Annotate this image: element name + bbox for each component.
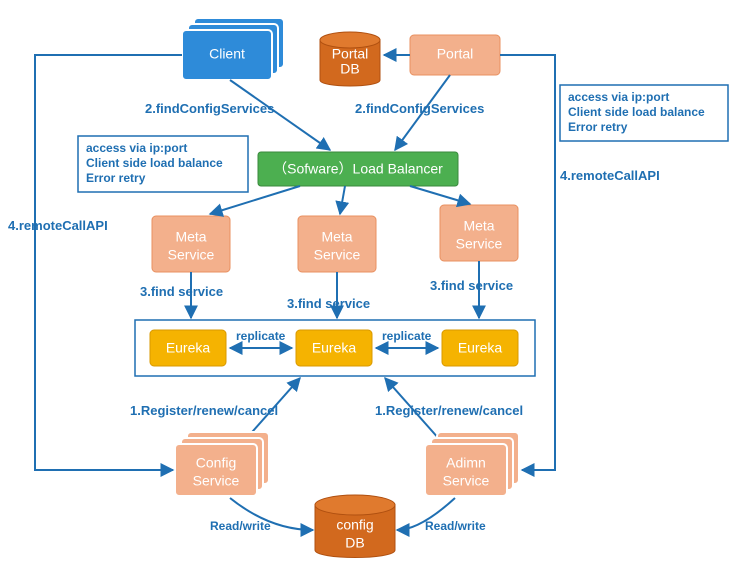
config-l1: Config: [196, 455, 236, 471]
config-l2: Service: [193, 473, 240, 489]
arrow-lb-meta1: [210, 186, 300, 214]
meta1-l1: Meta: [175, 229, 206, 245]
arrow-lb-meta2: [340, 186, 345, 214]
edge-rw-right: Read/write: [425, 519, 486, 533]
admin-l1: Adimn: [446, 455, 486, 471]
edge-find1: 3.find service: [140, 284, 223, 299]
meta-service-2: Meta Service: [298, 216, 376, 272]
edge-replicate-2: replicate: [382, 329, 432, 343]
edge-find2: 3.find service: [287, 296, 370, 311]
config-service-node: Config Service: [175, 432, 269, 496]
cfgdb-l2: DB: [345, 535, 364, 551]
meta-service-1: Meta Service: [152, 216, 230, 272]
note-right-3: Error retry: [568, 120, 628, 134]
admin-service-node: Adimn Service: [425, 432, 519, 496]
edge-register-left: 1.Register/renew/cancel: [130, 403, 278, 418]
meta-service-3: Meta Service: [440, 205, 518, 261]
meta3-l1: Meta: [463, 218, 494, 234]
portal-db-node: Portal DB: [320, 32, 380, 86]
note-left-3: Error retry: [86, 171, 146, 185]
portal-node: Portal: [410, 35, 500, 75]
edge-replicate-1: replicate: [236, 329, 286, 343]
edge-find3: 3.find service: [430, 278, 513, 293]
arrow-lb-meta3: [410, 186, 470, 204]
edge-rw-left: Read/write: [210, 519, 271, 533]
edge-remote-right: 4.remoteCallAPI: [560, 168, 660, 183]
load-balancer-node: （Sofware）Load Balancer: [258, 152, 458, 186]
note-left: access via ip:port Client side load bala…: [78, 136, 248, 192]
eureka-3: Eureka: [442, 330, 518, 366]
eureka-2: Eureka: [296, 330, 372, 366]
eureka1-label: Eureka: [166, 340, 211, 356]
client-label: Client: [209, 46, 245, 62]
meta1-l2: Service: [168, 247, 215, 263]
edge-register-right: 1.Register/renew/cancel: [375, 403, 523, 418]
edge-findcfg-left: 2.findConfigServices: [145, 101, 274, 116]
note-left-1: access via ip:port: [86, 141, 187, 155]
cfgdb-l1: config: [336, 517, 373, 533]
config-db-node: config DB: [315, 495, 395, 558]
eureka3-label: Eureka: [458, 340, 503, 356]
load-balancer-label: （Sofware）Load Balancer: [273, 161, 443, 177]
note-left-2: Client side load balance: [86, 156, 223, 170]
portal-db-label-1: Portal: [332, 46, 369, 62]
note-right-2: Client side load balance: [568, 105, 705, 119]
edge-remote-left: 4.remoteCallAPI: [8, 218, 108, 233]
admin-l2: Service: [443, 473, 490, 489]
note-right-1: access via ip:port: [568, 90, 669, 104]
meta3-l2: Service: [456, 236, 503, 252]
edge-findcfg-right: 2.findConfigServices: [355, 101, 484, 116]
client-node: Client: [182, 18, 284, 80]
portal-db-label-2: DB: [340, 61, 359, 77]
meta2-l2: Service: [314, 247, 361, 263]
eureka-1: Eureka: [150, 330, 226, 366]
meta2-l1: Meta: [321, 229, 352, 245]
eureka2-label: Eureka: [312, 340, 357, 356]
portal-label: Portal: [437, 46, 474, 62]
note-right: access via ip:port Client side load bala…: [560, 85, 728, 141]
